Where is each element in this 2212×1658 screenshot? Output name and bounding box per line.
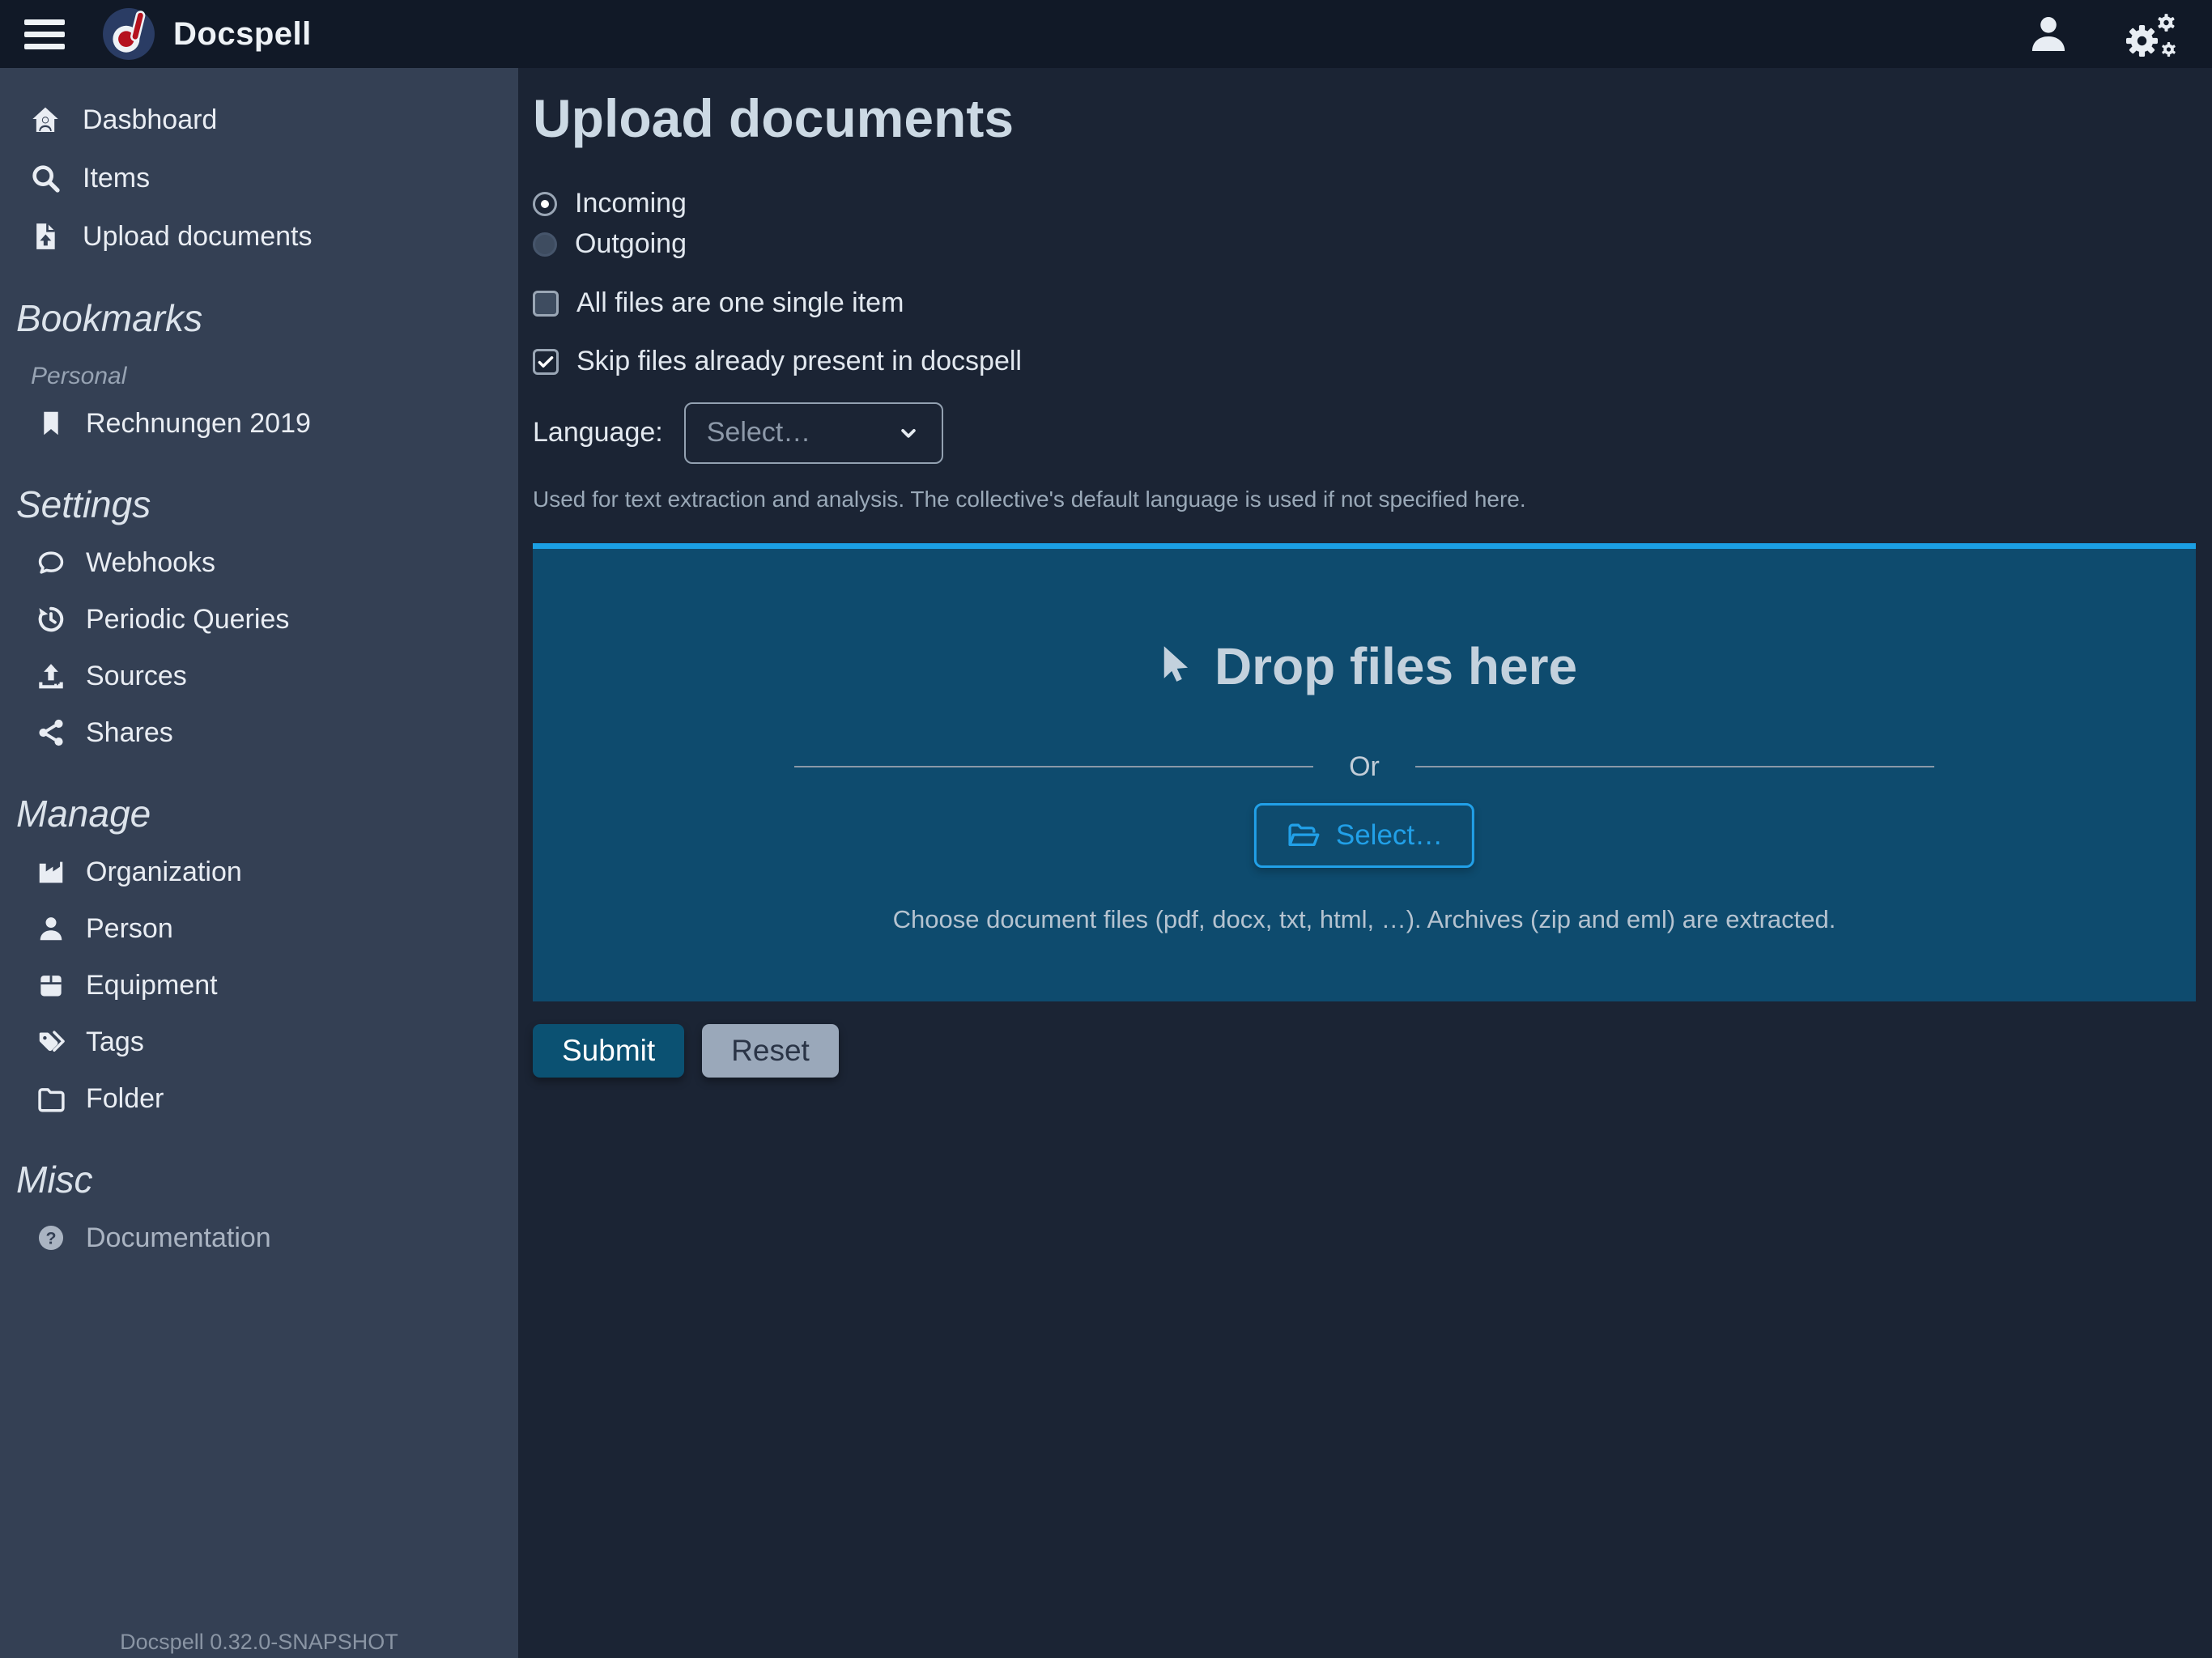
sidebar-item-label: Shares <box>86 717 173 749</box>
flag-single-item[interactable]: All files are one single item <box>533 283 2196 325</box>
sidebar-item-webhooks[interactable]: Webhooks <box>0 534 518 591</box>
select-files-label: Select… <box>1336 819 1443 852</box>
sidebar-item-label: Webhooks <box>86 547 215 579</box>
sidebar-item-label: Rechnungen 2019 <box>86 408 311 440</box>
language-label: Language: <box>533 417 663 449</box>
dropzone-help-text: Choose document files (pdf, docx, txt, h… <box>533 905 2196 934</box>
app-version: Docspell 0.32.0-SNAPSHOT <box>0 1630 518 1655</box>
question-circle-icon: ? <box>36 1222 66 1253</box>
sidebar-item-label: Organization <box>86 857 242 888</box>
sidebar-item-folder[interactable]: Folder <box>0 1070 518 1127</box>
sidebar-item-upload-documents[interactable]: Upload documents <box>0 207 518 266</box>
sidebar-item-periodic-queries[interactable]: Periodic Queries <box>0 591 518 648</box>
radio-incoming[interactable] <box>533 192 557 216</box>
language-select-value: Select… <box>707 417 811 449</box>
sidebar-item-label: Person <box>86 913 173 945</box>
radio-label[interactable]: Incoming <box>575 188 687 219</box>
sidebar-item-dashboard[interactable]: Dasbhoard <box>0 91 518 149</box>
settings-gears-icon[interactable] <box>2121 8 2180 60</box>
divider-line <box>794 766 1313 767</box>
tags-icon <box>36 1027 66 1057</box>
sidebar-item-shares[interactable]: Shares <box>0 704 518 761</box>
sidebar-item-label: Equipment <box>86 970 218 1001</box>
checkbox-skip-duplicates[interactable] <box>533 349 559 375</box>
checkbox-label[interactable]: All files are one single item <box>576 287 904 319</box>
topbar: Docspell <box>0 0 2212 68</box>
sidebar-item-tags[interactable]: Tags <box>0 1014 518 1070</box>
section-title-settings: Settings <box>0 452 518 534</box>
sidebar-item-organization[interactable]: Organization <box>0 844 518 900</box>
sidebar-item-label: Folder <box>86 1083 164 1115</box>
direction-option-outgoing[interactable]: Outgoing <box>533 224 2196 265</box>
bookmark-group-personal: Personal <box>0 348 518 395</box>
direction-option-incoming[interactable]: Incoming <box>533 184 2196 224</box>
svg-text:?: ? <box>45 1228 56 1248</box>
check-icon <box>535 351 556 372</box>
file-dropzone[interactable]: Drop files here Or Select… Choose docume… <box>533 543 2196 1001</box>
sidebar-item-bookmark-rechnungen-2019[interactable]: Rechnungen 2019 <box>0 395 518 452</box>
section-title-bookmarks: Bookmarks <box>0 266 518 348</box>
sidebar-item-label: Tags <box>86 1027 144 1058</box>
radio-label[interactable]: Outgoing <box>575 228 687 260</box>
language-help-text: Used for text extraction and analysis. T… <box>533 487 2196 512</box>
history-icon <box>36 604 66 635</box>
sidebar-item-label: Items <box>83 163 150 194</box>
industry-icon <box>36 857 66 887</box>
docspell-logo[interactable] <box>102 7 155 61</box>
submit-button[interactable]: Submit <box>533 1024 684 1078</box>
dropzone-title: Drop files here <box>533 636 2196 696</box>
sidebar-item-sources[interactable]: Sources <box>0 648 518 704</box>
divider-line <box>1415 766 1934 767</box>
menu-toggle-icon[interactable] <box>24 15 68 53</box>
radio-outgoing[interactable] <box>533 232 557 257</box>
sidebar-item-person[interactable]: Person <box>0 900 518 957</box>
user-account-icon[interactable] <box>2026 11 2071 57</box>
section-title-manage: Manage <box>0 761 518 844</box>
dropzone-divider: Or <box>794 751 1934 783</box>
user-icon <box>36 913 66 944</box>
flag-skip-duplicates[interactable]: Skip files already present in docspell <box>533 341 2196 383</box>
sidebar-item-documentation[interactable]: ? Documentation <box>0 1209 518 1266</box>
share-nodes-icon <box>36 717 66 748</box>
folder-open-icon <box>1286 818 1320 852</box>
app-title: Docspell <box>173 16 312 53</box>
comment-icon <box>36 547 66 578</box>
sidebar-item-label: Upload documents <box>83 221 313 253</box>
search-icon <box>29 162 62 194</box>
sidebar-item-label: Periodic Queries <box>86 604 289 636</box>
sidebar-item-items[interactable]: Items <box>0 149 518 207</box>
divider-label: Or <box>1349 751 1380 783</box>
select-files-button[interactable]: Select… <box>1254 803 1474 868</box>
bookmark-icon <box>36 408 66 439</box>
upload-tray-icon <box>36 661 66 691</box>
sidebar-item-equipment[interactable]: Equipment <box>0 957 518 1014</box>
home-icon <box>29 104 62 136</box>
sidebar-item-label: Documentation <box>86 1222 271 1254</box>
file-upload-icon <box>29 220 62 253</box>
chevron-down-icon <box>896 421 921 445</box>
sidebar: Dasbhoard Items Upload documents Bookmar… <box>0 68 518 1658</box>
checkbox-label[interactable]: Skip files already present in docspell <box>576 346 1022 377</box>
sidebar-item-label: Sources <box>86 661 187 692</box>
box-icon <box>36 970 66 1001</box>
sidebar-item-label: Dasbhoard <box>83 104 217 136</box>
language-select[interactable]: Select… <box>684 402 943 464</box>
checkbox-single-item[interactable] <box>533 291 559 317</box>
main-content: Upload documents Incoming Outgoing All f… <box>518 68 2212 1658</box>
page-title: Upload documents <box>533 89 2196 148</box>
mouse-pointer-icon <box>1151 641 1195 691</box>
section-title-misc: Misc <box>0 1127 518 1209</box>
folder-icon <box>36 1083 66 1114</box>
reset-button[interactable]: Reset <box>702 1024 839 1078</box>
